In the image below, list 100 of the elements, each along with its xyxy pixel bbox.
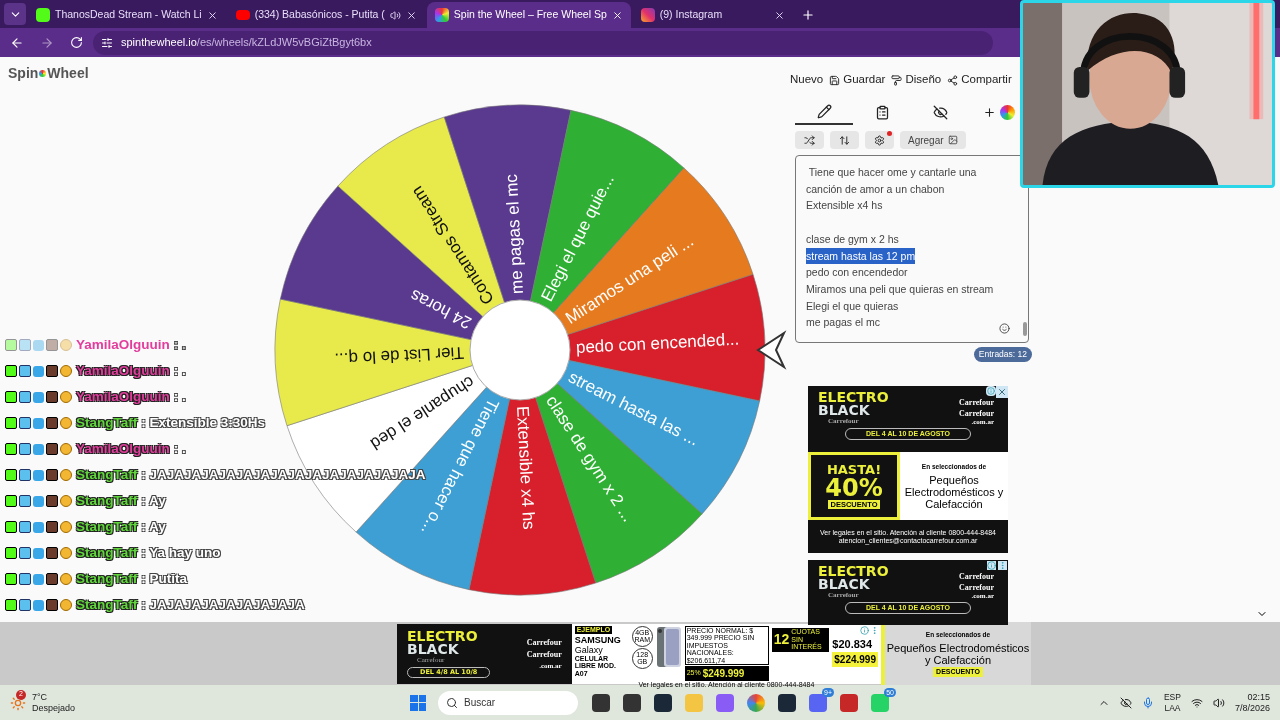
color-wheel-icon[interactable] [1000,104,1015,120]
coin-badge-icon [60,365,72,377]
slice-label: Tier List de lo q... [333,342,465,369]
weather-temperature: 7°C [32,691,49,703]
chat-message: : . [173,361,186,380]
tool-badge-icon [19,521,31,533]
store-logo-text: Carrefour [959,398,994,407]
sort-icon [839,134,850,146]
close-icon[interactable] [206,9,218,21]
keyboard-layout[interactable]: LAA [1164,702,1181,714]
settings-button[interactable] [865,131,894,149]
avatar-badge-icon [46,495,58,507]
taskbar-search-field[interactable]: Buscar [438,690,578,715]
cube-badge-icon [33,521,44,533]
logo-text[interactable]: Wheel [47,63,89,84]
entries-textarea[interactable] [795,155,1029,343]
browser-tab[interactable]: (9) Instagram [632,2,793,28]
tab-list-icon[interactable] [4,3,26,25]
coin-badge-icon [60,521,72,533]
reload-icon[interactable] [70,36,83,49]
scrollbar-thumb[interactable] [1023,322,1027,336]
phone-maker: SAMSUNG [574,634,622,645]
chat-username: YamilaOlguuin [76,335,170,354]
avatar-badge-icon [46,417,58,429]
avatar-badge-icon [46,391,58,403]
coin-badge-icon [60,547,72,559]
cube-badge-icon [33,547,44,559]
tool-badge-icon [19,443,31,455]
chat-message: : Ay [141,517,166,537]
coin-badge-icon [60,417,72,429]
sort-button[interactable] [830,131,859,149]
site-info-icon[interactable] [101,36,113,49]
add-image-button[interactable]: Agregar [900,131,966,149]
slice-label: pedo con encended... [575,329,740,358]
close-icon[interactable] [773,9,785,21]
chat-message: : JAJAJAJAJAJAJAJAJA [141,595,305,614]
cube-badge-icon [33,443,44,455]
wifi-icon[interactable] [1190,696,1203,709]
chat-username: StangTaff [76,595,138,614]
clock-time[interactable]: 02:15 [1247,691,1270,703]
address-bar[interactable]: spinthewheel.io/es/wheels/kZLdJW5vBGiZtBgyt6bx [93,30,993,55]
hidden-tab-icon [932,104,948,120]
chat-username: YamilaOlguuin [76,439,170,458]
pointer-arrow [756,330,787,370]
promo-heading: HASTA! [826,462,882,476]
entry-line: Miramos una peli que quieras en stream [806,281,994,297]
browser-tab[interactable]: ThanosDead Stream - Watch Li [28,2,226,28]
coin-badge-icon [60,339,72,351]
avatar-badge-icon [46,469,58,481]
url-text: spinthewheel.io/es/wheels/kZLdJW5vBGiZtBgyt6bx [121,35,372,51]
tool-badge-icon [19,417,31,429]
entry-line: Elegi el que quieras [806,298,899,314]
more-icon[interactable] [870,625,879,635]
tool-badge-icon [19,547,31,559]
new-tab-icon[interactable] [800,8,815,22]
results-tab-icon [874,104,890,120]
coin-badge-icon [60,495,72,507]
clock-date[interactable]: 7/8/2026 [1234,702,1270,714]
start-icon[interactable] [410,694,426,711]
weather-description: Despejado [32,702,76,714]
store-logo-text: Carrefour [959,583,994,592]
tool-badge-icon [19,599,31,611]
logo-text[interactable]: Spin [8,63,39,84]
entry-line: Extensible x4 hs [806,198,883,214]
tool-badge-icon [19,339,31,351]
chat-username: StangTaff [76,413,138,432]
browser-tab[interactable]: (334) Babasónicos - Putita ( [227,2,425,28]
shuffle-button[interactable] [795,131,824,149]
search-placeholder: Buscar [464,696,496,710]
brand-title: BLACK [818,403,870,417]
tool-badge-icon [19,469,31,481]
cube-badge-icon [33,417,44,429]
installments-count: 12 [773,630,790,649]
add-icon[interactable] [983,105,996,119]
menu-button[interactable]: Diseño [891,71,942,89]
final-price: $224.999 [832,652,878,667]
menu-button[interactable]: Nuevo [790,71,824,89]
speaker-icon[interactable] [389,9,401,21]
color-wheel-icon [434,8,449,22]
language-indicator[interactable]: ESP [1163,691,1181,703]
coin-badge-icon [60,443,72,455]
slice-label: Extensible x4 hs [512,405,539,531]
browser-tab[interactable]: Spin the Wheel – Free Wheel Sp [426,2,631,28]
close-icon[interactable] [996,386,1008,398]
save-icon [829,74,841,86]
microphone-icon[interactable] [1141,696,1154,709]
menu-button[interactable]: Compartir [947,71,1012,89]
ad-info-icon[interactable] [986,386,996,396]
entry-line: Tiene que hacer ome y cantarle una [807,165,977,180]
avatar-badge-icon [46,443,58,455]
close-icon[interactable] [405,9,417,21]
back-icon[interactable] [10,35,24,50]
privacy-icon[interactable] [1119,696,1132,709]
close-icon[interactable] [611,9,623,21]
emoji-icon[interactable] [999,323,1010,334]
chat-username: YamilaOlguuin [76,387,170,406]
brand-title: ELECTRO [407,629,479,643]
store-logo-text: Carrefour [526,637,562,647]
volume-icon[interactable] [1212,696,1225,709]
menu-button[interactable]: Guardar [829,71,886,89]
